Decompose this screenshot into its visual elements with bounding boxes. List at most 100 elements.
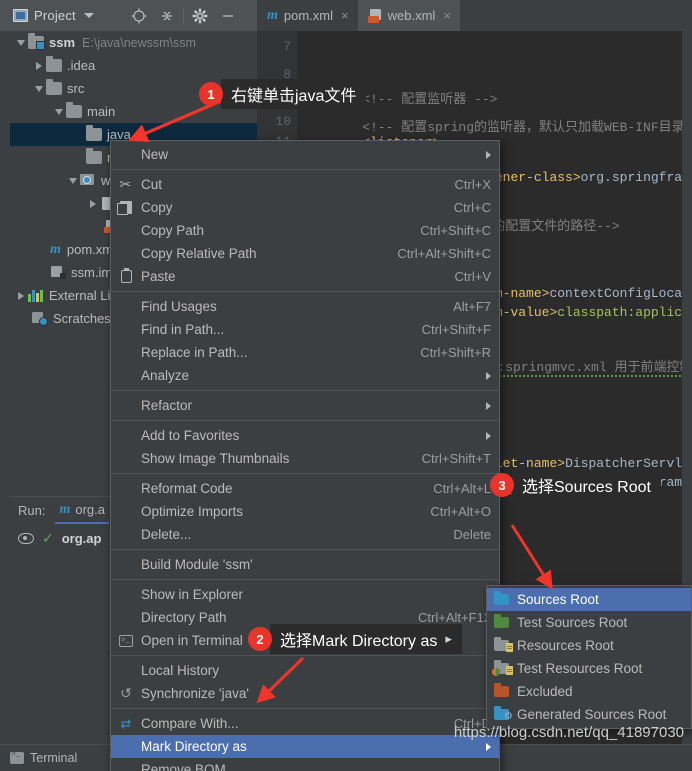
orange-folder-icon <box>493 683 513 698</box>
minimize-icon[interactable] <box>214 0 242 31</box>
menu-item-accel: Ctrl+Shift+F <box>421 322 491 337</box>
terminal-icon[interactable] <box>10 750 24 764</box>
paste-icon <box>111 268 141 283</box>
submenu-item-generated-sources-root[interactable]: ⚙ Generated Sources Root <box>487 703 691 726</box>
submenu-item-excluded[interactable]: Excluded <box>487 680 691 703</box>
menu-item-cut[interactable]: ✂ Cut Ctrl+X <box>111 173 499 196</box>
menu-item-label: Find Usages <box>141 299 217 314</box>
menu-item-label: Copy <box>141 200 173 215</box>
run-config-tab[interactable]: m org.a <box>55 497 109 524</box>
menu-item-copy-path[interactable]: Copy Path Ctrl+Shift+C <box>111 219 499 242</box>
callout-bubble: 选择Sources Root <box>512 470 661 500</box>
callout-badge: 1 <box>199 82 223 106</box>
menu-item-label: Optimize Imports <box>141 504 244 519</box>
twisty-down-icon[interactable] <box>32 85 46 92</box>
submenu-item-sources-root[interactable]: Sources Root <box>487 588 691 611</box>
line-number: 7 <box>283 39 291 54</box>
menu-item-accel: Delete <box>453 527 491 542</box>
menu-item-label: Compare With... <box>141 716 239 731</box>
maven-icon: m <box>50 241 61 257</box>
tree-node-ssm[interactable]: ssm E:\java\newssm\ssm <box>10 31 257 54</box>
menu-item-optimize-imports[interactable]: Optimize Imports Ctrl+Alt+O <box>111 500 499 523</box>
editor-tab-web-xml[interactable]: web.xml × <box>357 0 460 31</box>
menu-item-label: Mark Directory as <box>141 739 247 754</box>
menu-item-show-image-thumbnails[interactable]: Show Image Thumbnails Ctrl+Shift+T <box>111 447 499 470</box>
twisty-down-icon[interactable] <box>52 108 66 115</box>
menu-item-find-usages[interactable]: Find Usages Alt+F7 <box>111 295 499 318</box>
tree-node-idea[interactable]: .idea <box>10 54 257 77</box>
mark-directory-as-submenu[interactable]: Sources Root Test Sources Root Resources… <box>486 585 692 729</box>
menu-item-find-in-path[interactable]: Find in Path... Ctrl+Shift+F <box>111 318 499 341</box>
sync-icon: ↺ <box>120 685 132 701</box>
menu-item-label: Show Image Thumbnails <box>141 451 290 466</box>
project-icon <box>13 9 28 22</box>
menu-item-new[interactable]: New <box>111 143 499 166</box>
menu-item-copy-relative-path[interactable]: Copy Relative Path Ctrl+Alt+Shift+C <box>111 242 499 265</box>
callout-3: 3 选择Sources Root <box>490 470 661 500</box>
twisty-right-icon[interactable] <box>14 291 28 300</box>
locate-icon[interactable] <box>125 0 153 31</box>
menu-item-paste[interactable]: Paste Ctrl+V <box>111 265 499 288</box>
tree-node-label: ssm.iml <box>71 265 116 280</box>
menu-item-accel: Ctrl+Shift+C <box>420 223 491 238</box>
menu-item-compare-with[interactable]: ⇄ Compare With... Ctrl+D <box>111 712 499 735</box>
menu-item-show-in-explorer[interactable]: Show in Explorer <box>111 583 499 606</box>
menu-item-label: Copy Path <box>141 223 205 238</box>
menu-item-analyze[interactable]: Analyze <box>111 364 499 387</box>
menu-item-reformat-code[interactable]: Reformat Code Ctrl+Alt+L <box>111 477 499 500</box>
submenu-item-test-sources-root[interactable]: Test Sources Root <box>487 611 691 634</box>
twisty-right-icon[interactable] <box>86 199 100 208</box>
collapse-all-icon[interactable] <box>153 0 181 31</box>
close-icon[interactable]: × <box>443 8 451 23</box>
menu-item-label: Directory Path <box>141 610 227 625</box>
submenu-arrow-icon <box>486 431 491 440</box>
menu-item-label: Reformat Code <box>141 481 233 496</box>
submenu-arrow-icon <box>486 742 491 751</box>
chevron-down-icon[interactable] <box>83 13 94 18</box>
menu-item-copy[interactable]: Copy Ctrl+C <box>111 196 499 219</box>
menu-item-accel: Ctrl+Shift+T <box>421 451 491 466</box>
menu-separator <box>111 169 499 170</box>
menu-item-accel: Ctrl+C <box>453 200 491 215</box>
menu-item-accel: Alt+F7 <box>453 299 491 314</box>
menu-item-delete[interactable]: Delete... Delete <box>111 523 499 546</box>
menu-item-label: Show in Explorer <box>141 587 244 602</box>
tree-node-label: pom.xm <box>66 242 114 257</box>
callout-bubble: 选择Mark Directory as ▸ <box>270 624 462 654</box>
menu-item-build-module[interactable]: Build Module 'ssm' <box>111 553 499 576</box>
green-folder-icon <box>493 614 513 629</box>
watermark: https://blog.csdn.net/qq_41897030 <box>453 724 684 741</box>
menu-item-mark-directory-as[interactable]: Mark Directory as <box>111 735 499 758</box>
tool-window-toolbar <box>125 0 242 31</box>
menu-item-synchronize-java[interactable]: ↺ Synchronize 'java' <box>111 682 499 705</box>
menu-item-local-history[interactable]: Local History <box>111 659 499 682</box>
twisty-right-icon[interactable] <box>32 61 46 70</box>
menu-item-remove-bom[interactable]: Remove BOM <box>111 758 499 771</box>
library-icon <box>28 289 44 302</box>
menu-item-label: Local History <box>141 663 220 678</box>
xml-file-icon <box>367 8 382 23</box>
blue-folder-icon <box>493 591 513 606</box>
checkmark-icon: ✓ <box>42 529 54 546</box>
twisty-down-icon[interactable] <box>14 39 28 46</box>
menu-item-label: Refactor <box>141 398 193 413</box>
twisty-down-icon[interactable] <box>66 177 80 184</box>
menu-item-refactor[interactable]: Refactor <box>111 394 499 417</box>
submenu-item-resources-root[interactable]: Resources Root <box>487 634 691 657</box>
close-icon[interactable]: × <box>341 8 349 23</box>
menu-item-add-to-favorites[interactable]: Add to Favorites <box>111 424 499 447</box>
folder-icon <box>86 148 102 164</box>
submenu-item-test-resources-root[interactable]: Test Resources Root <box>487 657 691 680</box>
tree-node-label: External Lib <box>49 288 118 303</box>
iml-file-icon <box>50 266 66 279</box>
context-menu[interactable]: New ✂ Cut Ctrl+X Copy Ctrl+C Copy Path C… <box>110 140 500 771</box>
code-string: classpath:applicationContext.xml <box>557 305 692 320</box>
menu-separator <box>111 549 499 550</box>
editor-tab-pom-xml[interactable]: m pom.xml × <box>257 0 358 31</box>
eye-icon[interactable] <box>18 531 34 545</box>
submenu-arrow-icon <box>486 401 491 410</box>
gear-icon[interactable] <box>186 0 214 31</box>
menu-item-replace-in-path[interactable]: Replace in Path... Ctrl+Shift+R <box>111 341 499 364</box>
terminal-button-label[interactable]: Terminal <box>30 751 77 765</box>
menu-item-label: Paste <box>141 269 176 284</box>
